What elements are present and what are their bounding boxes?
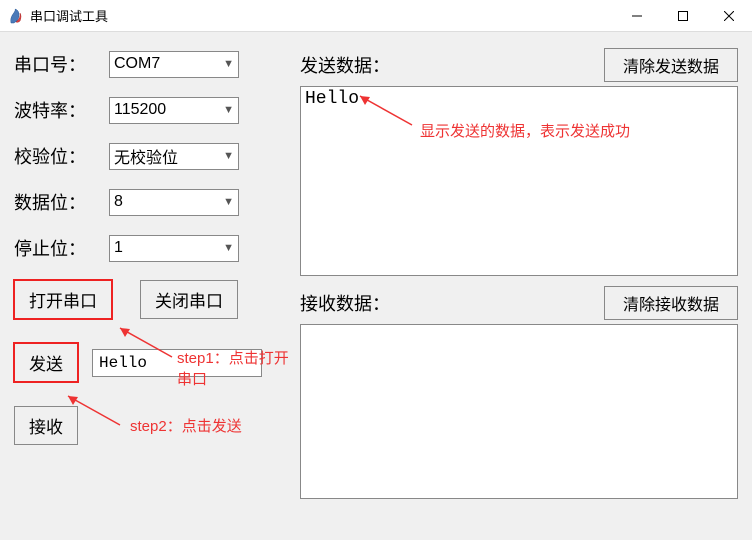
close-button[interactable]	[706, 0, 752, 31]
minimize-button[interactable]	[614, 0, 660, 31]
left-panel: 串口号： COM7 ▼ 波特率： 115200 ▼ 校验位： 无校验位 ▼ 数据…	[0, 32, 300, 540]
databits-combo[interactable]: 8 ▼	[109, 189, 239, 216]
app-icon	[8, 8, 24, 24]
clear-send-button[interactable]: 清除发送数据	[604, 48, 738, 82]
chevron-down-icon: ▼	[223, 242, 234, 254]
recv-data-area[interactable]	[300, 324, 738, 499]
chevron-down-icon: ▼	[223, 196, 234, 208]
parity-value: 无校验位	[114, 144, 178, 168]
titlebar: 串口调试工具	[0, 0, 752, 32]
chevron-down-icon: ▼	[223, 150, 234, 162]
stopbits-combo[interactable]: 1 ▼	[109, 235, 239, 262]
send-data-content: Hello	[305, 89, 359, 109]
parity-label: 校验位：	[14, 143, 109, 169]
chevron-down-icon: ▼	[223, 58, 234, 70]
baud-value: 115200	[114, 101, 166, 119]
right-panel: 发送数据： 清除发送数据 Hello 接收数据： 清除接收数据 显示发送的数据，…	[300, 32, 752, 540]
send-button[interactable]: 发送	[14, 343, 78, 382]
databits-label: 数据位：	[14, 189, 109, 215]
parity-combo[interactable]: 无校验位 ▼	[109, 143, 239, 170]
send-data-area[interactable]: Hello	[300, 86, 738, 276]
maximize-button[interactable]	[660, 0, 706, 31]
chevron-down-icon: ▼	[223, 104, 234, 116]
send-data-label: 发送数据：	[300, 52, 390, 78]
baud-combo[interactable]: 115200 ▼	[109, 97, 239, 124]
close-port-button[interactable]: 关闭串口	[140, 280, 238, 319]
window-title: 串口调试工具	[30, 6, 614, 25]
window-controls	[614, 0, 752, 31]
stopbits-value: 1	[114, 239, 123, 257]
port-label: 串口号：	[14, 51, 109, 77]
receive-button[interactable]: 接收	[14, 406, 78, 445]
stopbits-label: 停止位：	[14, 235, 109, 261]
port-combo[interactable]: COM7 ▼	[109, 51, 239, 78]
port-value: COM7	[114, 55, 160, 73]
databits-value: 8	[114, 193, 123, 211]
recv-data-label: 接收数据：	[300, 290, 390, 316]
send-input[interactable]	[92, 349, 262, 377]
clear-recv-button[interactable]: 清除接收数据	[604, 286, 738, 320]
baud-label: 波特率：	[14, 97, 109, 123]
open-port-button[interactable]: 打开串口	[14, 280, 112, 319]
